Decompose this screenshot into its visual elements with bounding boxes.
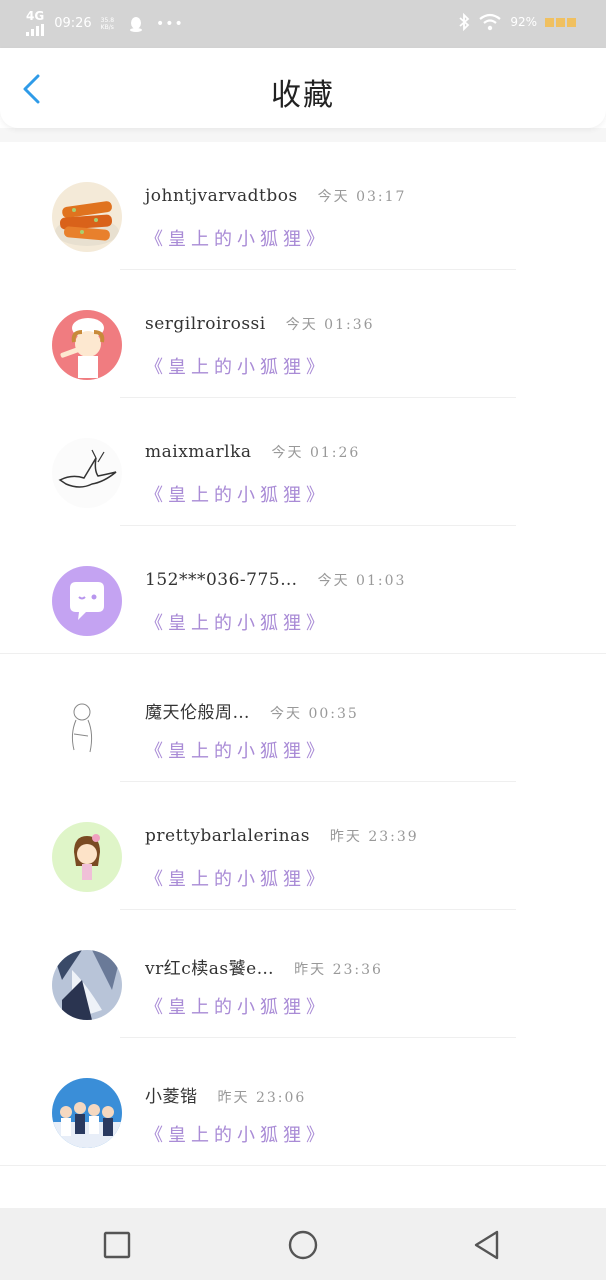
list-item[interactable]: 小菱锴 昨天 23:06 《皇上的小狐狸》: [0, 1038, 606, 1166]
list-item[interactable]: vr红c椟as饕e… 昨天 23:36 《皇上的小狐狸》: [0, 910, 606, 1038]
avatar[interactable]: [52, 950, 122, 1020]
list-item[interactable]: 魔天伦般周… 今天 00:35 《皇上的小狐狸》: [0, 654, 606, 782]
avatar[interactable]: [52, 310, 122, 380]
username: 魔天伦般周…: [145, 703, 250, 723]
list-item[interactable]: 152***036-775… 今天 01:03 《皇上的小狐狸》: [0, 526, 606, 654]
square-icon: [103, 1231, 131, 1259]
status-bar: 4G 09:26 35.8 KB/s ••• 92%: [0, 0, 606, 48]
avatar[interactable]: [52, 438, 122, 508]
book-title[interactable]: 《皇上的小狐狸》: [145, 225, 329, 251]
username: sergilroirossi: [145, 314, 266, 334]
recent-apps-button[interactable]: [100, 1228, 134, 1262]
battery-percent: 92%: [510, 15, 537, 29]
avatar[interactable]: [52, 182, 122, 252]
home-button[interactable]: [286, 1228, 320, 1262]
username: 152***036-775…: [145, 570, 298, 590]
timestamp: 昨天 23:39: [329, 829, 419, 845]
more-notifications: •••: [156, 15, 184, 32]
username: vr红c椟as饕e…: [145, 959, 275, 979]
timestamp: 今天 00:35: [270, 706, 359, 722]
net-speed: 35.8 KB/s: [100, 16, 115, 31]
list-item[interactable]: maixmarlka 今天 01:26 《皇上的小狐狸》: [0, 398, 606, 526]
avatar[interactable]: [52, 1078, 122, 1148]
avatar[interactable]: [52, 694, 122, 764]
timestamp: 今天 01:03: [317, 573, 407, 589]
timestamp: 今天 03:17: [317, 189, 407, 205]
book-title[interactable]: 《皇上的小狐狸》: [145, 865, 329, 891]
triangle-back-icon: [474, 1230, 499, 1260]
wifi-icon: [479, 13, 502, 31]
circle-icon: [288, 1230, 318, 1260]
battery-icon: [545, 17, 576, 27]
list-item[interactable]: sergilroirossi 今天 01:36 《皇上的小狐狸》: [0, 270, 606, 398]
system-back-button[interactable]: [470, 1228, 504, 1262]
avatar[interactable]: [52, 822, 122, 892]
book-title[interactable]: 《皇上的小狐狸》: [145, 609, 329, 635]
list-item[interactable]: johntjvarvadtbos 今天 03:17 《皇上的小狐狸》: [0, 142, 606, 270]
favorites-list: johntjvarvadtbos 今天 03:17 《皇上的小狐狸》 sergi…: [0, 142, 606, 1166]
timestamp: 今天 01:26: [271, 445, 361, 461]
qq-icon: [130, 16, 143, 32]
username: 小菱锴: [145, 1087, 198, 1107]
book-title[interactable]: 《皇上的小狐狸》: [145, 481, 329, 507]
book-title[interactable]: 《皇上的小狐狸》: [145, 737, 329, 763]
avatar[interactable]: [52, 566, 122, 636]
bluetooth-icon: [459, 13, 470, 31]
username: prettybarlalerinas: [145, 826, 310, 846]
book-title[interactable]: 《皇上的小狐狸》: [145, 993, 329, 1019]
header-gap: [0, 128, 606, 142]
book-title[interactable]: 《皇上的小狐狸》: [145, 353, 329, 379]
system-nav-bar: [0, 1208, 606, 1280]
clock: 09:26: [54, 16, 92, 31]
list-item[interactable]: prettybarlalerinas 昨天 23:39 《皇上的小狐狸》: [0, 782, 606, 910]
timestamp: 昨天 23:36: [294, 962, 383, 978]
username: maixmarlka: [145, 442, 252, 462]
network-type: 4G: [26, 9, 45, 23]
book-title[interactable]: 《皇上的小狐狸》: [145, 1121, 329, 1147]
page-title: 收藏: [271, 78, 335, 113]
username: johntjvarvadtbos: [145, 186, 298, 206]
divider: [0, 1165, 606, 1166]
app-header: 收藏: [0, 48, 606, 128]
timestamp: 昨天 23:06: [217, 1090, 307, 1106]
timestamp: 今天 01:36: [285, 317, 375, 333]
signal-icon: [26, 24, 44, 36]
